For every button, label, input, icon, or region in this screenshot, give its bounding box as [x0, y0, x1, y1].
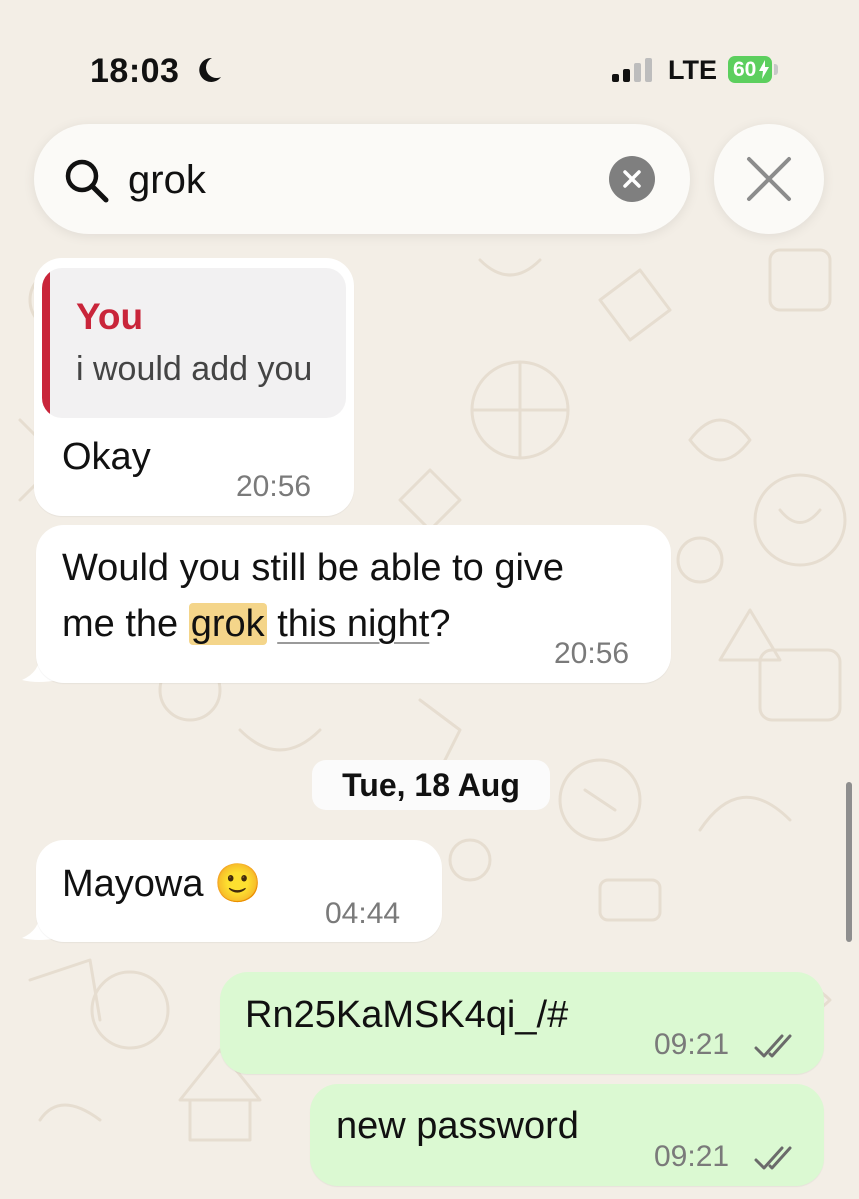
detected-date-link[interactable]: this night	[277, 603, 429, 645]
message-time: 09:21	[654, 1028, 730, 1061]
date-separator: Tue, 18 Aug	[312, 760, 550, 810]
quoted-message[interactable]	[42, 268, 346, 418]
battery-indicator: 60	[728, 56, 772, 83]
message-text-segment: ?	[429, 603, 451, 645]
cancel-search-button[interactable]	[714, 124, 824, 234]
read-receipt-icon	[754, 1146, 792, 1170]
message-text-line-2: me the grok this night?	[62, 597, 450, 651]
status-time: 18:03	[90, 52, 180, 90]
quote-accent-bar	[42, 268, 50, 418]
battery-level: 60	[733, 57, 757, 81]
message-text: Rn25KaMSK4qi_/#	[245, 994, 569, 1036]
quote-text: i would add you	[76, 350, 313, 388]
message-time: 20:56	[236, 470, 312, 503]
charging-bolt-icon	[759, 60, 769, 79]
clear-search-button[interactable]	[609, 156, 655, 202]
scrollbar[interactable]	[846, 782, 852, 942]
message-text-segment: me the	[62, 603, 179, 645]
moon-icon	[199, 57, 221, 82]
message-text: Okay	[62, 436, 151, 478]
message-time: 09:21	[654, 1140, 730, 1173]
read-receipt-icon	[754, 1034, 792, 1058]
network-type: LTE	[668, 55, 717, 85]
search-input[interactable]	[128, 150, 588, 210]
clear-icon	[623, 170, 641, 188]
message-text: Mayowa 🙂	[62, 863, 262, 905]
quote-author: You	[76, 296, 144, 337]
message-time: 04:44	[325, 897, 401, 930]
close-icon	[747, 157, 791, 201]
message-text: new password	[336, 1105, 579, 1147]
cellular-signal-icon	[612, 58, 652, 82]
search-match-highlight: grok	[188, 603, 267, 645]
message-text-line-1: Would you still be able to give	[62, 547, 565, 589]
battery-tip	[774, 64, 778, 75]
search-icon	[65, 159, 109, 203]
status-bar: 18:03 LTE 60	[0, 0, 859, 120]
message-time: 20:56	[554, 637, 630, 670]
